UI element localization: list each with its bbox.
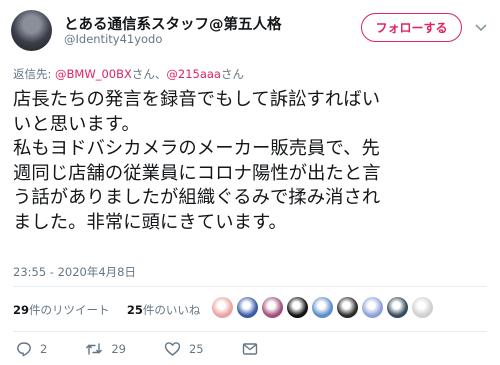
reply-to-line: 返信先: @BMW_00BXさん、@215aaaさん	[13, 66, 244, 82]
honorific: さん	[220, 67, 244, 81]
liker-avatars	[212, 297, 433, 319]
liker-avatar[interactable]	[362, 297, 383, 318]
tweet-timestamp[interactable]: 23:55 - 2020年4月8日	[13, 264, 136, 280]
retweet-icon	[86, 343, 103, 355]
heart-icon	[164, 342, 181, 356]
user-display-name[interactable]: とある通信系スタッフ@第五人格	[64, 13, 282, 34]
honorific: さん	[131, 67, 155, 81]
reply-action[interactable]: 2	[16, 341, 47, 357]
liker-avatar[interactable]	[412, 297, 433, 318]
liker-avatar[interactable]	[387, 297, 408, 318]
reply-prefix: 返信先:	[13, 67, 56, 81]
likes-stat[interactable]: 25件のいいね	[127, 303, 201, 317]
retweets-label: 件のリツイート	[29, 303, 110, 317]
user-avatar[interactable]	[11, 10, 52, 51]
retweets-count: 29	[13, 303, 30, 317]
retweet-action[interactable]: 29	[85, 341, 126, 357]
separator: 、	[154, 67, 167, 81]
dm-action[interactable]	[242, 342, 266, 356]
tweet-actions: 2 29 25	[16, 339, 304, 359]
tweet-text: 店長たちの発言を録音でもして訴訟すればい いと思います。 私もヨドバシカメラのメ…	[13, 89, 381, 233]
like-action[interactable]: 25	[164, 341, 204, 357]
mention-link[interactable]: @BMW_00BX	[55, 67, 132, 81]
liker-avatar[interactable]	[212, 297, 233, 318]
follow-button[interactable]: フォローする	[361, 13, 462, 42]
envelope-icon	[242, 343, 257, 355]
divider	[13, 286, 487, 287]
liker-avatar[interactable]	[287, 297, 308, 318]
divider	[13, 331, 487, 332]
like-count: 25	[188, 342, 204, 356]
mention-link[interactable]: @215aaa	[166, 67, 221, 81]
liker-avatar[interactable]	[237, 297, 258, 318]
reply-icon	[17, 342, 31, 357]
liker-avatar[interactable]	[312, 297, 333, 318]
reply-count: 2	[40, 342, 48, 356]
user-handle[interactable]: @Identity41yodo	[64, 32, 162, 46]
engagement-stats: 29件のリツイート 25件のいいね	[13, 302, 200, 318]
liker-avatar[interactable]	[337, 297, 358, 318]
likes-count: 25	[126, 303, 143, 317]
likes-label: 件のいいね	[142, 303, 201, 317]
retweet-count: 29	[111, 342, 126, 356]
liker-avatar[interactable]	[262, 297, 283, 318]
retweets-stat[interactable]: 29件のリツイート	[13, 303, 110, 317]
chevron-down-icon[interactable]	[473, 22, 489, 34]
